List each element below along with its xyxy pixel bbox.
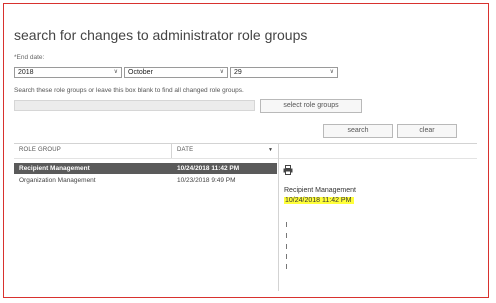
month-select[interactable]: October ∨	[124, 67, 228, 78]
printer-icon[interactable]	[283, 165, 293, 175]
cell-role-group: Recipient Management	[19, 165, 90, 172]
table-header-border	[14, 158, 477, 159]
end-date-label: *End date:	[14, 54, 45, 61]
detail-date-highlight: 10/24/2018 11:42 PM	[284, 197, 355, 204]
dialog-frame	[3, 3, 489, 298]
page-title: search for changes to administrator role…	[14, 27, 308, 43]
role-groups-hint: Search these role groups or leave this b…	[14, 87, 244, 94]
day-select[interactable]: 29 ∨	[230, 67, 338, 78]
details-pane-separator	[278, 143, 279, 291]
day-value: 29	[234, 69, 242, 76]
sort-chevron-icon[interactable]: ▼	[268, 147, 273, 153]
column-header-date[interactable]: DATE	[177, 147, 193, 153]
detail-line-marker	[286, 233, 287, 238]
table-row[interactable]: Organization Management 10/23/2018 9:49 …	[14, 175, 277, 186]
chevron-down-icon: ∨	[113, 69, 118, 75]
chevron-down-icon: ∨	[329, 69, 334, 75]
table-row[interactable]: Recipient Management 10/24/2018 11:42 PM	[14, 163, 277, 174]
cell-date: 10/23/2018 9:49 PM	[177, 177, 236, 184]
column-separator	[171, 143, 172, 158]
select-role-groups-button[interactable]: select role groups	[260, 99, 362, 113]
search-button[interactable]: search	[323, 124, 393, 138]
cell-date: 10/24/2018 11:42 PM	[177, 165, 240, 172]
detail-line-marker	[286, 254, 287, 259]
chevron-down-icon: ∨	[219, 69, 224, 75]
detail-line-marker	[286, 222, 287, 227]
cell-role-group: Organization Management	[19, 177, 96, 184]
clear-button[interactable]: clear	[397, 124, 457, 138]
detail-line-marker	[286, 244, 287, 249]
table-top-border	[14, 143, 477, 144]
month-value: October	[128, 69, 153, 76]
detail-line-marker	[286, 264, 287, 269]
year-value: 2018	[18, 69, 34, 76]
detail-role-group: Recipient Management	[284, 187, 356, 194]
role-groups-input[interactable]	[14, 100, 255, 111]
year-select[interactable]: 2018 ∨	[14, 67, 122, 78]
column-header-role-group[interactable]: ROLE GROUP	[19, 147, 61, 153]
